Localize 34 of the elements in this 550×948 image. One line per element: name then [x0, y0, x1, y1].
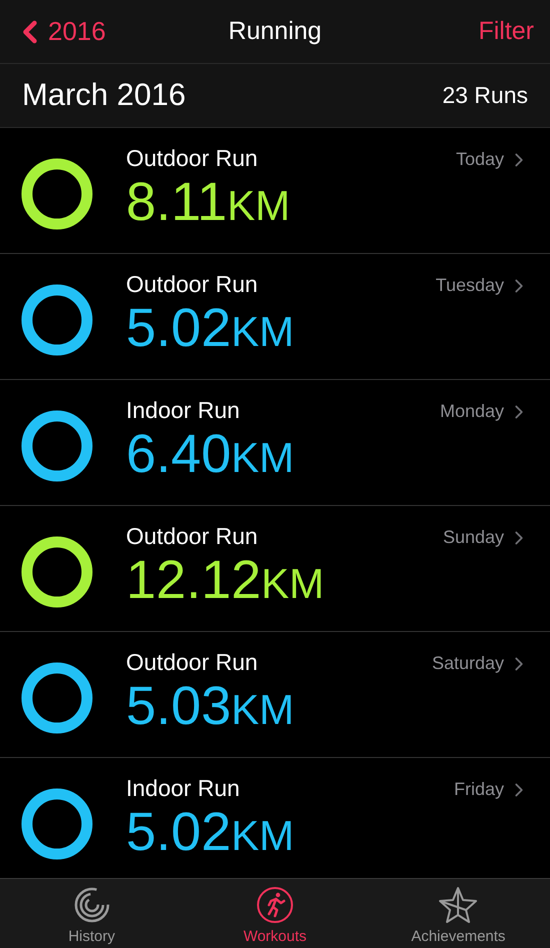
tab[interactable]: Workouts [183, 879, 367, 948]
workout-day: Today [456, 146, 504, 173]
distance-value: 6.40KM [126, 424, 294, 486]
runner-icon [256, 886, 294, 924]
workout-type: Outdoor Run [126, 144, 259, 172]
workout-type: Indoor Run [126, 396, 241, 424]
back-button[interactable]: 2016 [12, 12, 106, 51]
distance-value: 8.11KM [126, 172, 290, 234]
distance-value: 5.02KM [126, 802, 294, 864]
workout-day: Monday [440, 398, 504, 425]
workout-row[interactable]: Indoor Run 6.40KM Monday [0, 380, 550, 506]
workout-day: Friday [454, 776, 504, 803]
workout-day: Tuesday [436, 272, 504, 299]
workout-type: Outdoor Run [126, 270, 259, 298]
distance-value: 5.03KM [126, 676, 294, 738]
workout-day: Sunday [442, 524, 504, 551]
distance-value: 12.12KM [126, 550, 324, 612]
workout-type: Outdoor Run [126, 522, 259, 550]
workout-type: Outdoor Run [126, 648, 259, 676]
rings-icon [72, 886, 111, 924]
tab[interactable]: History [0, 879, 184, 948]
filter-button[interactable]: Filter [478, 12, 538, 50]
workout-row[interactable]: Outdoor Run 12.12KM Sunday [0, 506, 550, 632]
workout-row[interactable]: Outdoor Run 5.02KM Tuesday [0, 254, 550, 380]
distance-value: 5.02KM [126, 298, 294, 360]
workout-type: Indoor Run [126, 774, 241, 802]
tab[interactable]: Achievements [366, 879, 550, 948]
screen-title: Running [228, 16, 322, 47]
workout-row[interactable]: Outdoor Run 5.03KM Saturday [0, 632, 550, 758]
run-count: 23 Runs [442, 81, 528, 110]
workout-day: Saturday [432, 650, 504, 677]
month-title: March 2016 [22, 76, 186, 114]
star-icon [438, 886, 478, 924]
workout-row[interactable]: Outdoor Run 8.11KM Today [0, 128, 550, 254]
